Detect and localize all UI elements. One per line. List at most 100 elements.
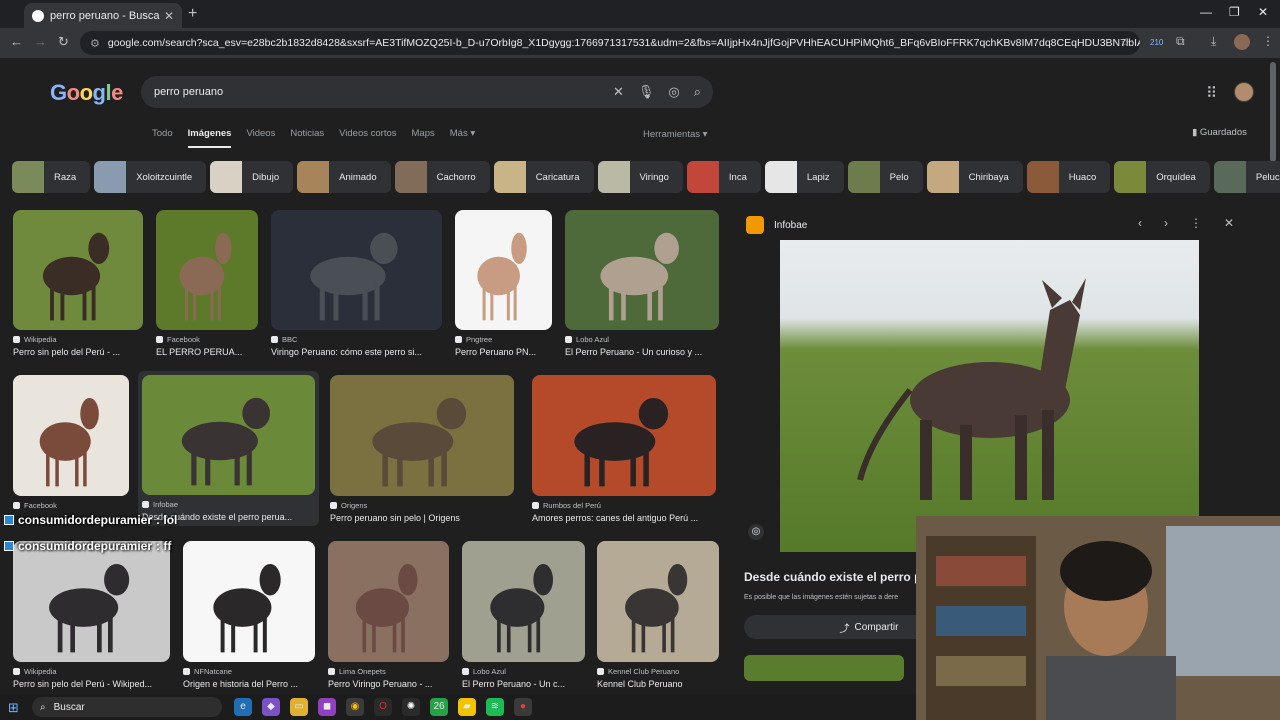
saved-link[interactable]: ▮ Guardados (1192, 127, 1247, 138)
result-thumbnail[interactable] (183, 541, 315, 662)
next-icon[interactable]: › (1164, 216, 1168, 230)
previous-icon[interactable]: ‹ (1138, 216, 1142, 230)
result-thumbnail[interactable] (330, 375, 514, 496)
close-window-icon[interactable]: ✕ (1258, 5, 1268, 19)
tab-imagenes[interactable]: Imágenes (187, 128, 232, 148)
chip-orquídea[interactable]: Orquídea (1114, 161, 1210, 193)
result-thumbnail[interactable] (142, 375, 315, 495)
opera-icon[interactable]: O (374, 698, 392, 716)
image-result[interactable]: Wikipedia Perro sin pelo del Perú - ... (13, 210, 143, 357)
image-result[interactable]: Facebook EL PERRO PERUA... (156, 210, 258, 357)
image-result[interactable]: Lobo Azul El Perro Peruano - Un curioso y… (565, 210, 719, 357)
extensions-icon[interactable]: ⧉ (1176, 34, 1185, 49)
url-field[interactable]: ⚙ google.com/search?sca_esv=e28bc2b1832d… (80, 31, 1140, 55)
result-source[interactable]: Lobo Azul (462, 667, 585, 676)
chatgpt-icon[interactable]: ✺ (402, 698, 420, 716)
back-icon[interactable]: ← (10, 34, 23, 49)
panel-source[interactable]: Infobae (746, 216, 807, 234)
new-tab-button[interactable]: + (188, 5, 197, 23)
result-caption[interactable]: Amores perros: canes del antiguo Perú ..… (532, 513, 716, 523)
tab-videos[interactable]: Videos (246, 128, 275, 148)
image-result[interactable]: BBC Viringo Peruano: cómo este perro si..… (271, 210, 442, 357)
microphone-icon[interactable]: 🎙 (638, 84, 655, 100)
chip-animado[interactable]: Animado (297, 161, 391, 193)
tab-mas[interactable]: Más ▾ (450, 128, 475, 148)
result-caption[interactable]: Origen e historia del Perro ... (183, 679, 315, 689)
browser-tab[interactable]: perro peruano - Buscar con Go ✕ (24, 3, 182, 28)
result-caption[interactable]: Viringo Peruano: cómo este perro si... (271, 347, 442, 357)
image-result[interactable]: Lima Onepets Perro Viringo Peruano - ... (328, 541, 449, 689)
google-logo[interactable]: Google (50, 80, 123, 106)
copilot-icon[interactable]: ◆ (262, 698, 280, 716)
google-apps-icon[interactable]: ⠿ (1206, 84, 1217, 102)
result-caption[interactable]: Perro sin pelo del Perú - ... (13, 347, 143, 357)
tab-noticias[interactable]: Noticias (290, 128, 324, 148)
result-thumbnail[interactable] (462, 541, 585, 662)
result-thumbnail[interactable] (13, 210, 143, 330)
result-thumbnail[interactable] (597, 541, 719, 662)
sticky-notes-icon[interactable]: ▰ (458, 698, 476, 716)
account-avatar[interactable] (1234, 82, 1254, 102)
result-source[interactable]: Wikipedia (13, 335, 143, 344)
forward-icon[interactable]: → (34, 34, 47, 49)
image-result[interactable]: Wikipedia Perro sin pelo del Perú - Wikip… (13, 541, 170, 689)
lens-search-icon[interactable]: ◎ (748, 524, 764, 540)
related-images-strip[interactable] (744, 655, 904, 681)
result-caption[interactable]: Perro Viringo Peruano - ... (328, 679, 449, 689)
minimize-icon[interactable]: — (1200, 5, 1212, 19)
result-source[interactable]: NFNatcane (183, 667, 315, 676)
spotify-icon[interactable]: ≋ (486, 698, 504, 716)
image-result[interactable]: Facebook (13, 375, 129, 513)
more-options-icon[interactable]: ⋮ (1190, 216, 1202, 230)
image-result[interactable]: Kennel Club Peruano Kennel Club Peruano (597, 541, 719, 689)
chip-peluche[interactable]: Peluche (1213, 161, 1280, 193)
result-source[interactable]: Facebook (13, 501, 129, 510)
profile-avatar[interactable] (1234, 34, 1250, 50)
reload-icon[interactable]: ↻ (58, 34, 69, 50)
tab-videos-cortos[interactable]: Videos cortos (339, 128, 396, 148)
site-info-icon[interactable]: ⚙ (90, 37, 100, 50)
result-thumbnail[interactable] (156, 210, 258, 330)
result-caption[interactable]: El Perro Peruano - Un c... (462, 679, 585, 689)
chip-viringo[interactable]: Viringo (597, 161, 683, 193)
search-icon[interactable]: ⌕ (694, 84, 701, 100)
result-source[interactable]: BBC (271, 335, 442, 344)
result-thumbnail[interactable] (532, 375, 716, 496)
whatsapp-icon[interactable]: 26 (430, 698, 448, 716)
maximize-icon[interactable]: ❐ (1229, 5, 1240, 19)
result-thumbnail[interactable] (13, 375, 129, 496)
result-source[interactable]: Pngtree (455, 335, 552, 344)
close-panel-icon[interactable]: ✕ (1224, 216, 1234, 230)
result-caption[interactable]: Kennel Club Peruano (597, 679, 719, 689)
windows-start-icon[interactable]: ⊞ (8, 700, 19, 716)
close-tab-icon[interactable]: ✕ (164, 9, 174, 23)
result-source[interactable]: Rumbos del Perú (532, 501, 716, 510)
result-caption[interactable]: El Perro Peruano - Un curioso y ... (565, 347, 719, 357)
clear-icon[interactable]: ✕ (613, 84, 624, 100)
image-result[interactable]: Infobae Desde cuándo existe el perro peru… (138, 371, 319, 526)
page-scrollbar[interactable] (1270, 62, 1276, 162)
preview-image[interactable] (780, 240, 1199, 552)
result-thumbnail[interactable] (455, 210, 552, 330)
result-thumbnail[interactable] (13, 541, 170, 662)
result-caption[interactable]: Perro peruano sin pelo | Origens (330, 513, 514, 523)
result-caption[interactable]: Perro Peruano PN... (455, 347, 552, 357)
image-result[interactable]: Origens Perro peruano sin pelo | Origens (330, 375, 514, 523)
result-source[interactable]: Infobae (142, 500, 315, 509)
search-input[interactable]: perro peruano ✕ 🎙 ◎ ⌕ (141, 76, 713, 108)
chrome-icon[interactable]: ◉ (346, 698, 364, 716)
result-source[interactable]: Facebook (156, 335, 258, 344)
chip-raza[interactable]: Raza (12, 161, 91, 193)
result-thumbnail[interactable] (565, 210, 719, 330)
tab-maps[interactable]: Maps (412, 128, 435, 148)
result-thumbnail[interactable] (271, 210, 442, 330)
preview-title[interactable]: Desde cuándo existe el perro pe (744, 570, 928, 584)
image-result[interactable]: Lobo Azul El Perro Peruano - Un c... (462, 541, 585, 689)
chip-cachorro[interactable]: Cachorro (394, 161, 490, 193)
recording-app-icon[interactable]: ● (514, 698, 532, 716)
image-result[interactable]: Pngtree Perro Peruano PN... (455, 210, 552, 357)
bookmark-star-icon[interactable]: ☆ (1121, 37, 1130, 49)
chip-xoloitzcuintle[interactable]: Xoloitzcuintle (94, 161, 207, 193)
result-thumbnail[interactable] (328, 541, 449, 662)
taskbar-search[interactable]: ⌕ Buscar (32, 697, 222, 717)
